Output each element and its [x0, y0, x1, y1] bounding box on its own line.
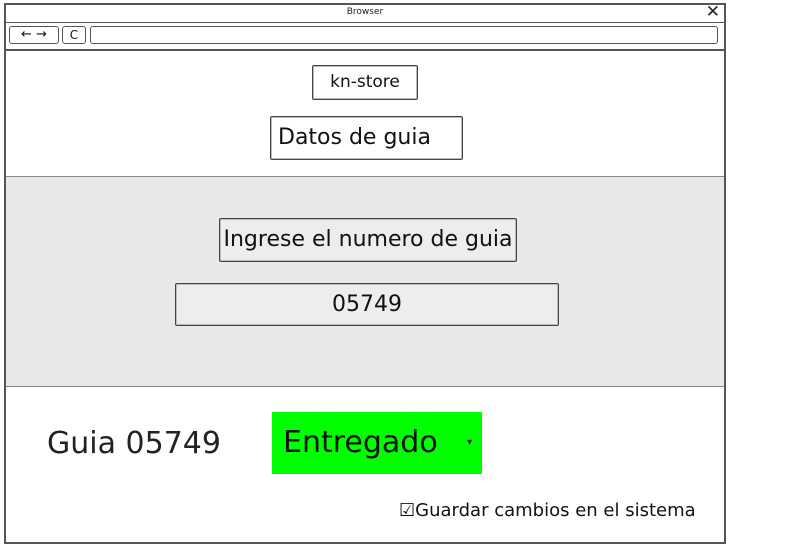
- guide-number-input[interactable]: 05749: [175, 283, 559, 326]
- status-dropdown[interactable]: Entregado ▾: [272, 412, 482, 474]
- search-panel: [6, 176, 724, 387]
- guide-result-label: Guia 05749: [47, 426, 221, 461]
- chevron-down-icon: ▾: [466, 437, 472, 448]
- title-bar: Browser ✕: [6, 2, 724, 23]
- browser-toolbar: ← → C: [6, 22, 724, 51]
- section-title: Datos de guia: [270, 116, 463, 160]
- checkbox-icon: ☑: [399, 500, 416, 521]
- save-changes-label: Guardar cambios en el sistema: [415, 500, 696, 521]
- window-title: Browser: [346, 7, 384, 17]
- address-bar[interactable]: [90, 26, 718, 44]
- save-changes-checkbox[interactable]: ☑Guardar cambios en el sistema: [399, 500, 696, 521]
- browser-window: Browser ✕ ← → C kn-store Datos de guia I…: [4, 2, 726, 544]
- back-forward-buttons[interactable]: ← →: [9, 26, 59, 44]
- close-icon[interactable]: ✕: [706, 2, 720, 22]
- guide-number-prompt: Ingrese el numero de guia: [219, 218, 517, 262]
- status-value: Entregado: [283, 425, 438, 460]
- store-name-label: kn-store: [312, 65, 418, 100]
- reload-button[interactable]: C: [62, 26, 86, 44]
